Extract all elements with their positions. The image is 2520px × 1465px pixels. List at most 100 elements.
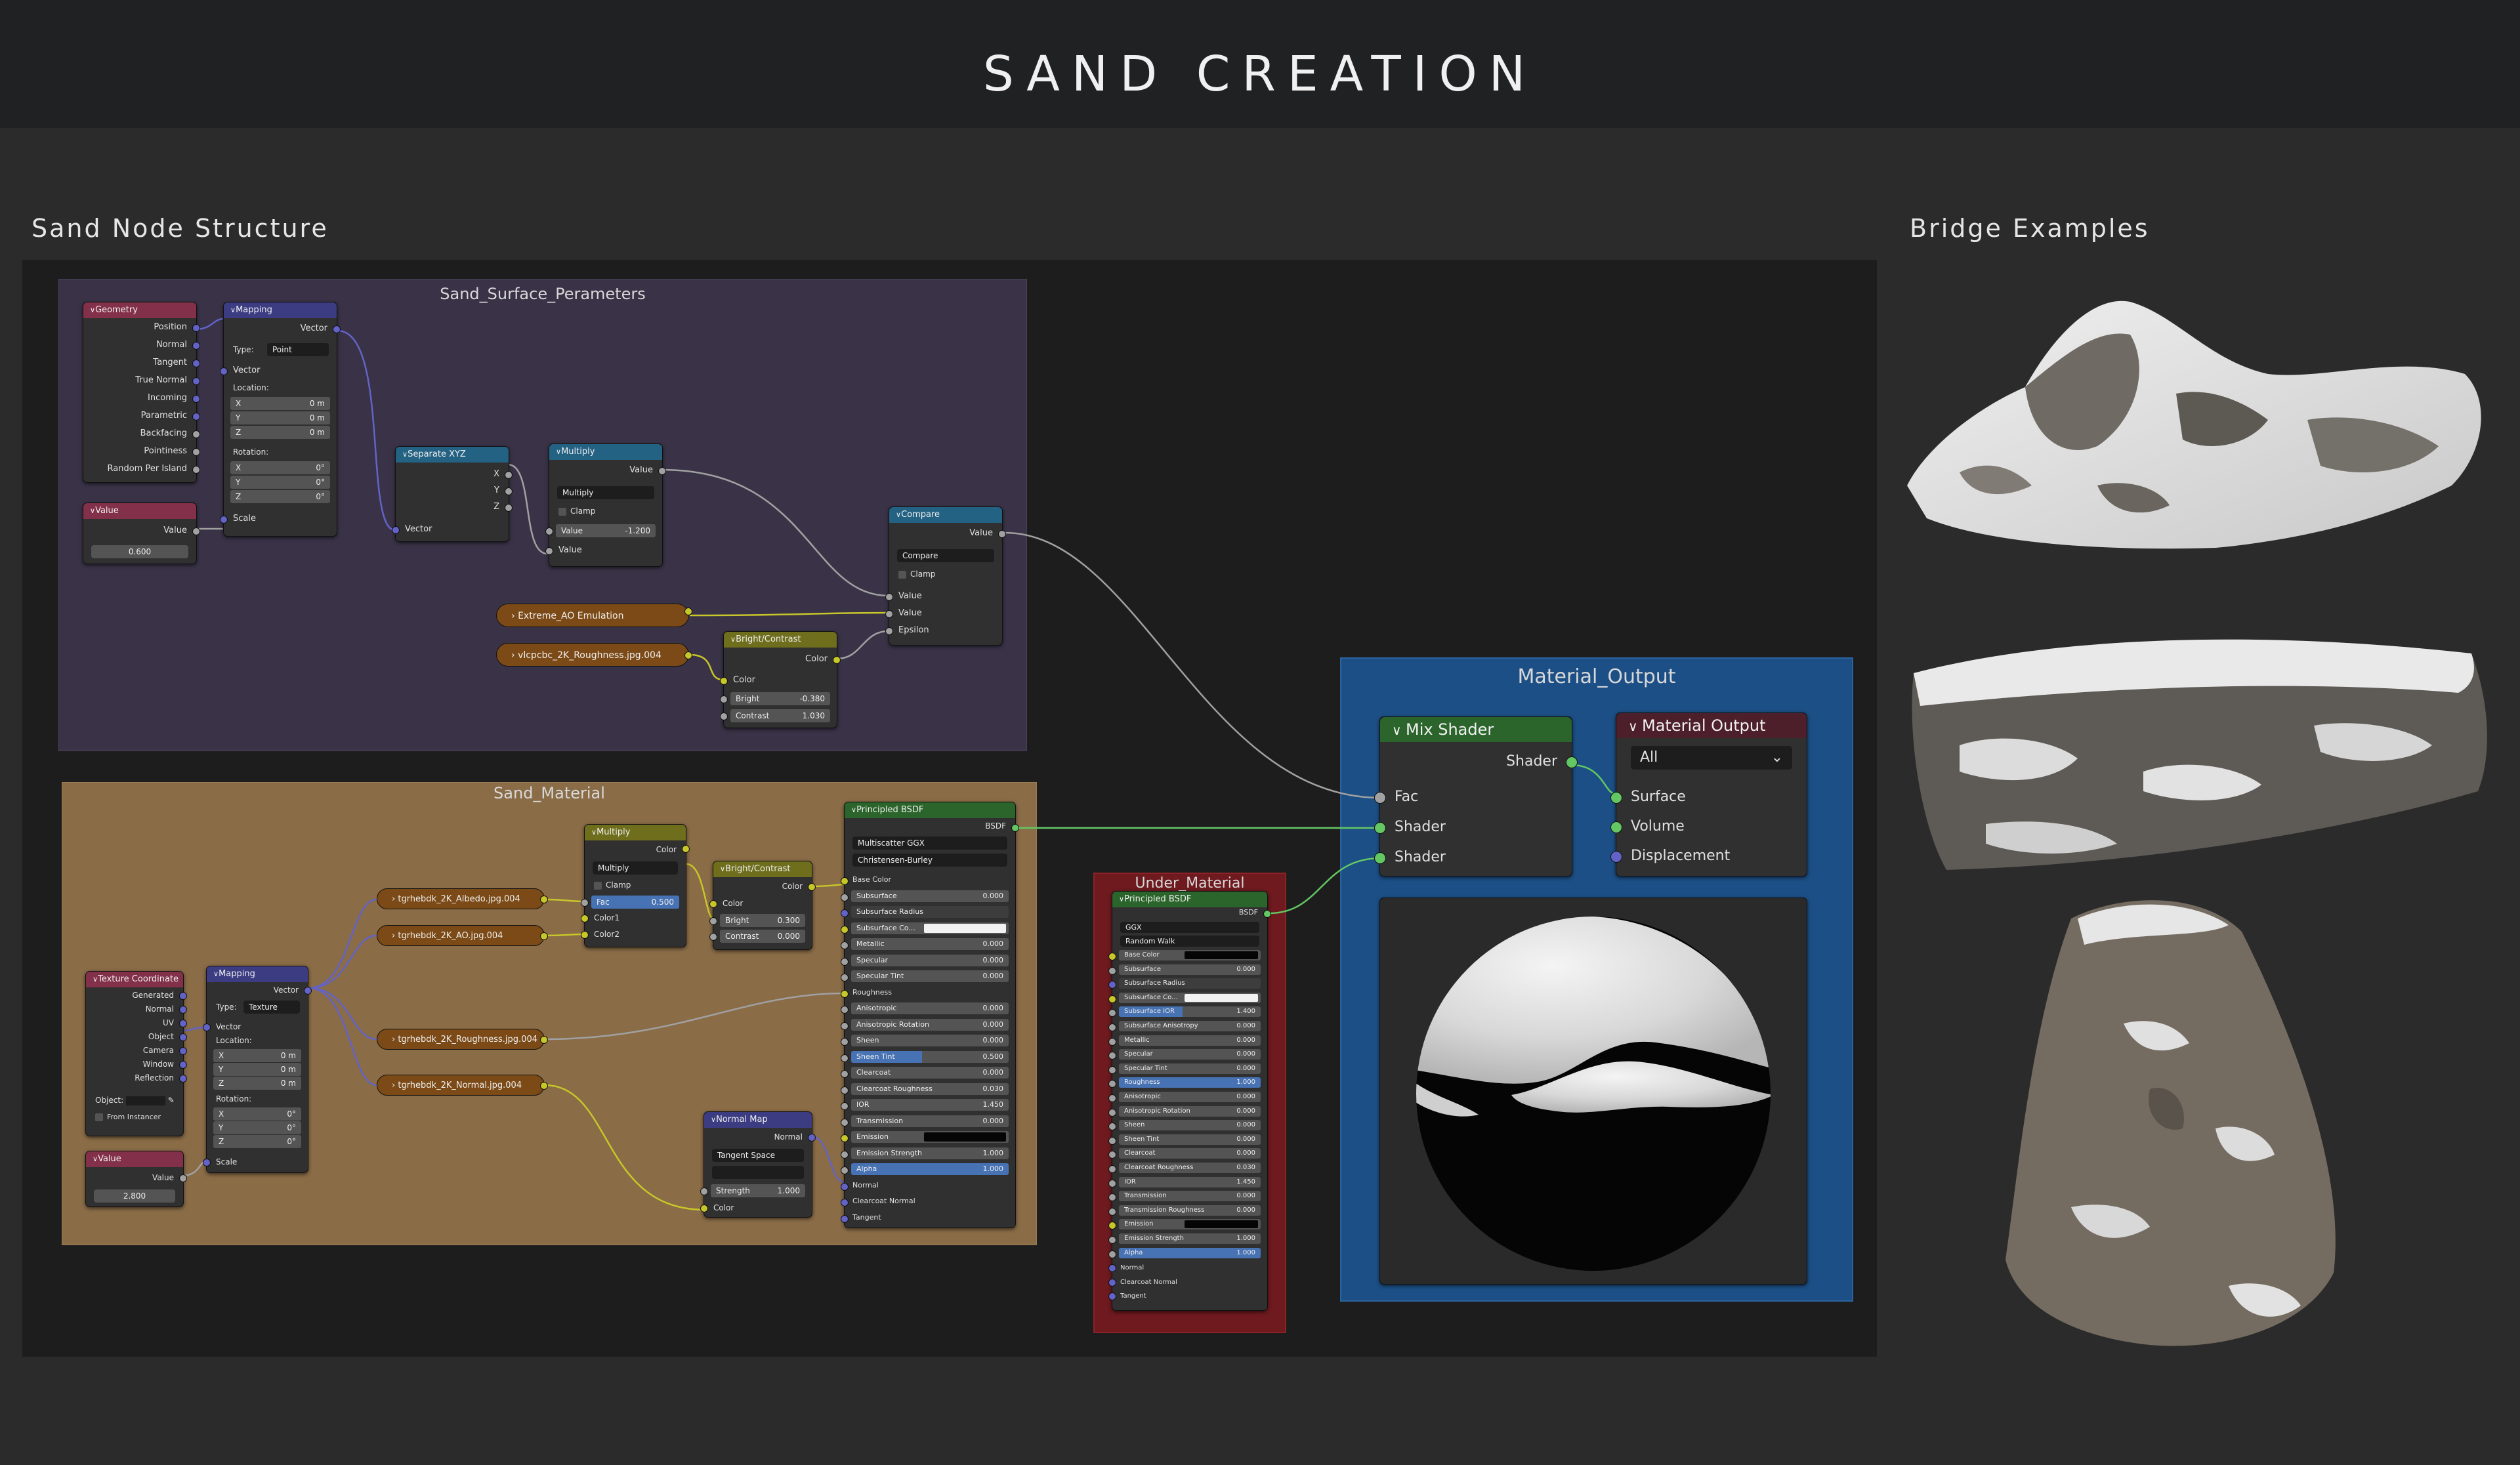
socket[interactable] <box>192 377 200 385</box>
socket[interactable] <box>1108 1136 1116 1145</box>
checkbox[interactable] <box>898 570 906 579</box>
socket[interactable] <box>841 1070 849 1078</box>
socket[interactable] <box>841 1182 849 1191</box>
contrast-field[interactable]: Contrast 1.030 <box>730 709 830 722</box>
roughness-texture-node[interactable]: vlcpcbc_2K_Roughness.jpg.004 <box>496 643 692 667</box>
input-field[interactable]: Emission Strength 1.000 <box>1119 1233 1261 1244</box>
socket[interactable] <box>1108 1179 1116 1187</box>
socket[interactable] <box>392 526 400 534</box>
socket[interactable] <box>885 610 893 618</box>
socket[interactable] <box>192 448 200 456</box>
socket[interactable] <box>192 324 200 332</box>
socket[interactable] <box>545 527 553 535</box>
socket[interactable] <box>833 656 841 664</box>
input-field[interactable]: Subsurface IOR 1.400 <box>1119 1006 1261 1018</box>
input-field[interactable]: Transmission Roughness 0.000 <box>1119 1205 1261 1216</box>
value-field[interactable]: Value -1.200 <box>556 524 656 537</box>
socket[interactable] <box>1610 821 1622 833</box>
socket[interactable] <box>841 1102 849 1110</box>
input-field[interactable]: Sheen Tint 0.000 <box>1119 1134 1261 1145</box>
socket[interactable] <box>545 547 553 555</box>
input-field[interactable]: Anisotropic Rotation 0.000 <box>1119 1105 1261 1117</box>
input-field[interactable]: Clearcoat 0.000 <box>1119 1148 1261 1159</box>
socket[interactable] <box>841 1086 849 1094</box>
socket[interactable] <box>709 917 717 925</box>
value-node[interactable]: Value Value 2.800 <box>85 1151 187 1207</box>
socket[interactable] <box>179 1020 187 1027</box>
input-field[interactable]: Clearcoat Roughness 0.030 <box>1119 1163 1261 1173</box>
operation-dropdown[interactable]: Multiply <box>557 486 654 499</box>
clamp-checkbox[interactable]: Clamp <box>549 503 662 519</box>
socket[interactable] <box>540 932 548 940</box>
value-field[interactable]: 2.800 <box>94 1189 175 1203</box>
socket[interactable] <box>1374 792 1386 804</box>
ao-emulation-group-node[interactable]: Extreme_AO Emulation <box>496 604 692 627</box>
rot-y-field[interactable]: Y 0° <box>230 476 330 489</box>
subsurface-method-dropdown[interactable]: Christensen-Burley <box>852 854 1007 867</box>
socket[interactable] <box>192 360 200 367</box>
input-field[interactable]: Alpha 1.000 <box>851 1163 1009 1175</box>
loc-x-field[interactable]: X 0 m <box>213 1049 301 1062</box>
uv-map-field[interactable] <box>712 1166 804 1179</box>
socket[interactable] <box>841 974 849 981</box>
socket[interactable] <box>1108 1165 1116 1173</box>
socket[interactable] <box>1108 1151 1116 1159</box>
socket[interactable] <box>682 845 690 853</box>
input-field[interactable]: Subsurface 0.000 <box>851 890 1009 902</box>
socket[interactable] <box>684 651 692 659</box>
texture-coordinate-node[interactable]: Texture Coordinate Generated Normal UV O… <box>85 971 187 1136</box>
ao-texture-node[interactable]: tgrhebdk_2K_AO.jpg.004 <box>377 925 548 946</box>
socket[interactable] <box>720 677 728 685</box>
socket[interactable] <box>1566 756 1578 768</box>
socket[interactable] <box>841 957 849 966</box>
input-field[interactable]: Alpha 1.000 <box>1119 1247 1261 1258</box>
mapping-node[interactable]: Mapping Vector Type: Texture Vector Loca… <box>203 966 312 1173</box>
input-field[interactable]: Sheen 0.000 <box>851 1035 1009 1046</box>
value-node[interactable]: Value Value 0.600 <box>83 503 200 564</box>
socket[interactable] <box>841 1038 849 1046</box>
geometry-node[interactable]: Geometry Position Normal Tangent True No… <box>83 302 200 483</box>
strength-field[interactable]: Strength 1.000 <box>711 1184 805 1197</box>
socket[interactable] <box>998 530 1006 538</box>
input-field[interactable]: Anisotropic 0.000 <box>1119 1092 1261 1102</box>
multiply-math-node[interactable]: Multiply Value Multiply Clamp Value -1.20… <box>545 444 666 567</box>
mix-shader-node[interactable]: Mix Shader Shader Fac Shader Shader <box>1374 716 1578 877</box>
socket[interactable] <box>179 1174 187 1182</box>
eyedropper-icon[interactable]: ✎ <box>168 1096 175 1105</box>
type-dropdown[interactable]: Texture <box>243 1001 300 1014</box>
socket[interactable] <box>192 413 200 421</box>
separate-xyz-node[interactable]: Separate XYZ X Y Z Vector <box>392 446 513 542</box>
node-editor[interactable]: Sand_Surface_Perameters Sand_Material Un… <box>22 260 1877 1357</box>
socket[interactable] <box>192 430 200 438</box>
socket[interactable] <box>581 915 589 922</box>
socket[interactable] <box>192 527 200 535</box>
socket[interactable] <box>179 1075 187 1083</box>
input-field[interactable]: Sheen 0.000 <box>1119 1120 1261 1131</box>
socket[interactable] <box>179 1047 187 1055</box>
socket[interactable] <box>540 896 548 903</box>
socket[interactable] <box>1108 1009 1116 1018</box>
input-field[interactable]: Metallic 0.000 <box>851 938 1009 950</box>
socket[interactable] <box>1011 824 1019 832</box>
socket[interactable] <box>1610 792 1622 804</box>
input-field[interactable]: Specular 0.000 <box>1119 1049 1261 1060</box>
socket[interactable] <box>808 883 816 891</box>
socket[interactable] <box>1108 1094 1116 1102</box>
input-field[interactable]: Roughness 1.000 <box>1119 1077 1261 1088</box>
input-field[interactable]: Metallic 0.000 <box>1119 1035 1261 1046</box>
socket[interactable] <box>700 1187 708 1195</box>
value-field[interactable]: 0.600 <box>91 545 188 558</box>
socket[interactable] <box>841 1054 849 1062</box>
multiply-mix-node[interactable]: Multiply Color Multiply Clamp Fac 0.500 C… <box>581 824 690 947</box>
contrast-field[interactable]: Contrast 0.000 <box>720 930 805 943</box>
checkbox[interactable] <box>95 1113 103 1121</box>
socket[interactable] <box>1108 966 1116 975</box>
roughness-texture-node[interactable]: tgrhebdk_2K_Roughness.jpg.004 <box>377 1029 548 1050</box>
material-output-node[interactable]: Material Output All ⌄ Surface Volume Disp… <box>1610 712 1807 877</box>
socket[interactable] <box>841 1199 849 1207</box>
socket[interactable] <box>179 1061 187 1069</box>
input-field[interactable]: Subsurface Radius <box>1119 978 1261 989</box>
socket[interactable] <box>841 1150 849 1159</box>
color-swatch[interactable] <box>924 1132 1006 1142</box>
socket[interactable] <box>841 909 849 917</box>
